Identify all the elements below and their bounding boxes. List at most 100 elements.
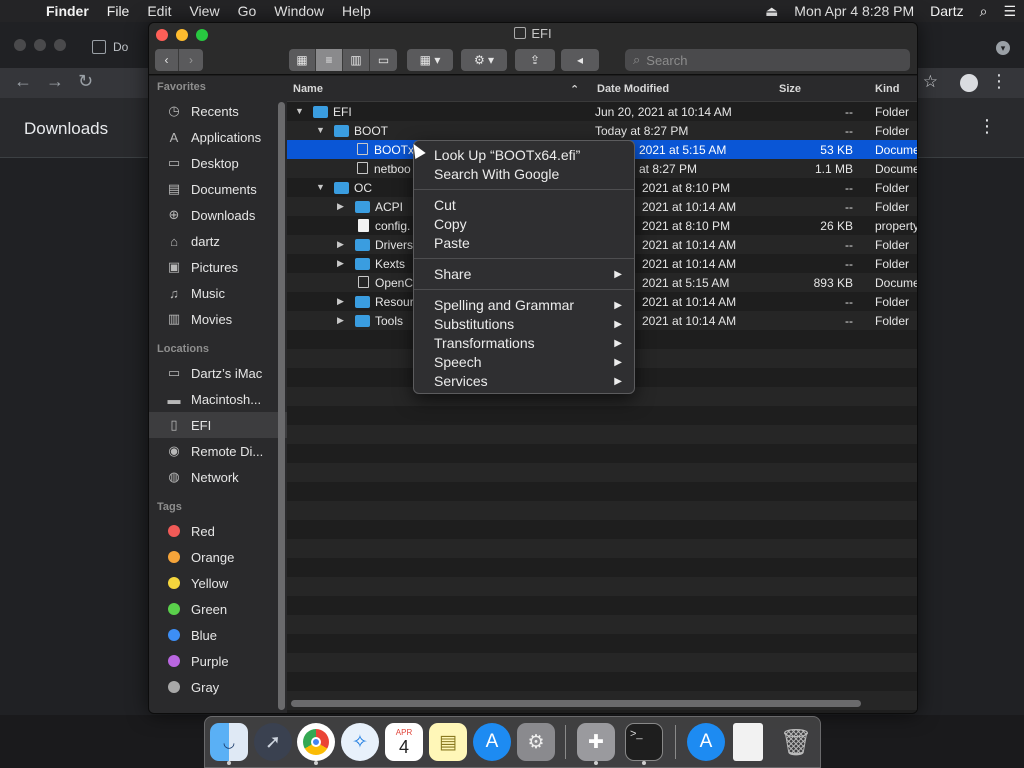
forward-button[interactable]: ›: [179, 49, 203, 71]
sidebar-item-imac[interactable]: ▭ Dartz’s iMac: [149, 360, 287, 386]
menu-item-transformations[interactable]: Transformations ▶: [414, 334, 634, 353]
back-arrow-icon[interactable]: ←: [14, 71, 32, 92]
app-store-dock-icon[interactable]: A: [473, 723, 511, 761]
menu-item-copy[interactable]: Copy: [414, 215, 634, 234]
control-list-icon[interactable]: ☰: [995, 3, 1024, 20]
disclosure-open-icon[interactable]: ▼: [316, 125, 325, 135]
sidebar-item-documents[interactable]: ▤ Documents: [149, 176, 287, 202]
list-view-button[interactable]: ≡: [316, 49, 343, 71]
column-header-kind[interactable]: Kind: [875, 83, 899, 95]
horizontal-scrollbar[interactable]: [291, 700, 861, 707]
icon-view-button[interactable]: ▦: [289, 49, 316, 71]
disclosure-closed-icon[interactable]: ▶: [337, 315, 344, 326]
sort-chevron-icon[interactable]: ⌃: [570, 83, 579, 96]
submenu-arrow-icon: ▶: [614, 319, 622, 330]
sidebar-item-recents[interactable]: ◷ Recents: [149, 98, 287, 124]
sidebar-item-music[interactable]: ♫ Music: [149, 280, 287, 306]
eject-icon[interactable]: ⏏: [757, 3, 786, 20]
share-button[interactable]: ⇪: [515, 49, 555, 71]
sidebar-item-macintosh-hd[interactable]: ▬ Macintosh...: [149, 386, 287, 412]
bookmark-star-icon[interactable]: ☆: [923, 72, 938, 92]
file-kind: Folder: [875, 314, 910, 328]
downloads-menu-icon[interactable]: ⋮: [978, 116, 996, 137]
menu-window[interactable]: Window: [265, 3, 333, 19]
back-button[interactable]: ‹: [155, 49, 179, 71]
disclosure-open-icon[interactable]: ▼: [316, 182, 325, 192]
sidebar-tag-orange[interactable]: Orange: [149, 544, 287, 570]
sidebar-item-movies[interactable]: ▥ Movies: [149, 306, 287, 332]
column-header-date[interactable]: Date Modified: [597, 83, 669, 95]
chrome-menu-icon[interactable]: ⋮: [990, 71, 1008, 92]
menu-go[interactable]: Go: [229, 3, 266, 19]
sidebar-item-applications[interactable]: A Applications: [149, 124, 287, 150]
menu-clock[interactable]: Mon Apr 4 8:28 PM: [786, 3, 922, 19]
menu-item-cut[interactable]: Cut: [414, 196, 634, 215]
forward-arrow-icon[interactable]: →: [46, 71, 64, 92]
gallery-view-button[interactable]: ▭: [370, 49, 397, 71]
sidebar-item-label: Network: [191, 469, 239, 485]
sidebar-item-efi[interactable]: ▯ EFI: [149, 412, 287, 438]
disclosure-closed-icon[interactable]: ▶: [337, 239, 344, 250]
menu-item-paste[interactable]: Paste: [414, 234, 634, 253]
menu-help[interactable]: Help: [333, 3, 380, 19]
system-preferences-gear-icon[interactable]: ⚙: [517, 723, 555, 761]
table-row[interactable]: ▼ EFI Jun 20, 2021 at 10:14 AM -- Folder: [287, 102, 917, 121]
disclosure-closed-icon[interactable]: ▶: [337, 296, 344, 307]
chrome-minimize-button[interactable]: [34, 39, 46, 51]
menu-item-speech[interactable]: Speech ▶: [414, 353, 634, 372]
spotlight-search-icon[interactable]: ⌕: [972, 3, 996, 20]
launchpad-dock-icon[interactable]: ➚: [254, 723, 292, 761]
column-view-button[interactable]: ▥: [343, 49, 370, 71]
trash-icon[interactable]: 🗑: [777, 723, 815, 761]
app-store-download-dock-icon[interactable]: A: [687, 723, 725, 761]
menu-view[interactable]: View: [180, 3, 228, 19]
calendar-dock-icon[interactable]: APR 4: [385, 723, 423, 761]
group-by-button[interactable]: ▦ ▾: [407, 49, 453, 71]
action-gear-button[interactable]: ⚙ ▾: [461, 49, 507, 71]
reload-icon[interactable]: ↻: [78, 71, 93, 92]
sidebar-item-remote-disc[interactable]: ◉ Remote Di...: [149, 438, 287, 464]
menu-item-look-up[interactable]: Look Up “BOOTx64.efi”: [414, 146, 634, 165]
menu-item-spelling[interactable]: Spelling and Grammar ▶: [414, 296, 634, 315]
sidebar-item-pictures[interactable]: ▣ Pictures: [149, 254, 287, 280]
sidebar-item-home[interactable]: ⌂ dartz: [149, 228, 287, 254]
tab-search-icon[interactable]: ▾: [996, 41, 1010, 55]
table-row[interactable]: ▼ BOOT Today at 8:27 PM -- Folder: [287, 121, 917, 140]
menu-edit[interactable]: Edit: [138, 3, 180, 19]
menu-item-search-google[interactable]: Search With Google: [414, 165, 634, 184]
edit-tags-button[interactable]: ◂: [561, 49, 599, 71]
disk-utility-dock-icon[interactable]: ✚: [577, 723, 615, 761]
notes-dock-icon[interactable]: ▤: [429, 723, 467, 761]
sidebar-item-downloads[interactable]: ⊕ Downloads: [149, 202, 287, 228]
menu-item-substitutions[interactable]: Substitutions ▶: [414, 315, 634, 334]
sidebar-item-desktop[interactable]: ▭ Desktop: [149, 150, 287, 176]
sidebar-tag-purple[interactable]: Purple: [149, 648, 287, 674]
disclosure-closed-icon[interactable]: ▶: [337, 201, 344, 212]
sidebar-tag-yellow[interactable]: Yellow: [149, 570, 287, 596]
menu-app-finder[interactable]: Finder: [38, 3, 98, 19]
document-dock-icon[interactable]: [733, 723, 763, 761]
column-header-size[interactable]: Size: [779, 83, 801, 95]
menu-user[interactable]: Dartz: [922, 3, 971, 19]
menu-item-services[interactable]: Services ▶: [414, 372, 634, 391]
chrome-tab-title[interactable]: Do: [113, 40, 128, 54]
sidebar-tag-red[interactable]: Red: [149, 518, 287, 544]
finder-dock-icon[interactable]: ◡: [210, 723, 248, 761]
menu-item-share[interactable]: Share ▶: [414, 265, 634, 284]
sidebar-tag-gray[interactable]: Gray: [149, 674, 287, 700]
terminal-dock-icon[interactable]: >_: [625, 723, 663, 761]
search-field[interactable]: ⌕ Search: [625, 49, 910, 71]
sidebar-tag-blue[interactable]: Blue: [149, 622, 287, 648]
profile-avatar-icon[interactable]: [960, 74, 978, 92]
safari-compass-dock-icon[interactable]: ✧: [341, 723, 379, 761]
disclosure-open-icon[interactable]: ▼: [295, 106, 304, 116]
chrome-dock-icon[interactable]: [297, 723, 335, 761]
sidebar-item-network[interactable]: ◍ Network: [149, 464, 287, 490]
column-header-name[interactable]: Name: [293, 83, 323, 95]
chrome-zoom-button[interactable]: [54, 39, 66, 51]
disclosure-closed-icon[interactable]: ▶: [337, 258, 344, 269]
menu-file[interactable]: File: [98, 3, 139, 19]
chrome-close-button[interactable]: [14, 39, 26, 51]
sidebar-tag-green[interactable]: Green: [149, 596, 287, 622]
sidebar-scrollbar[interactable]: [278, 102, 285, 710]
